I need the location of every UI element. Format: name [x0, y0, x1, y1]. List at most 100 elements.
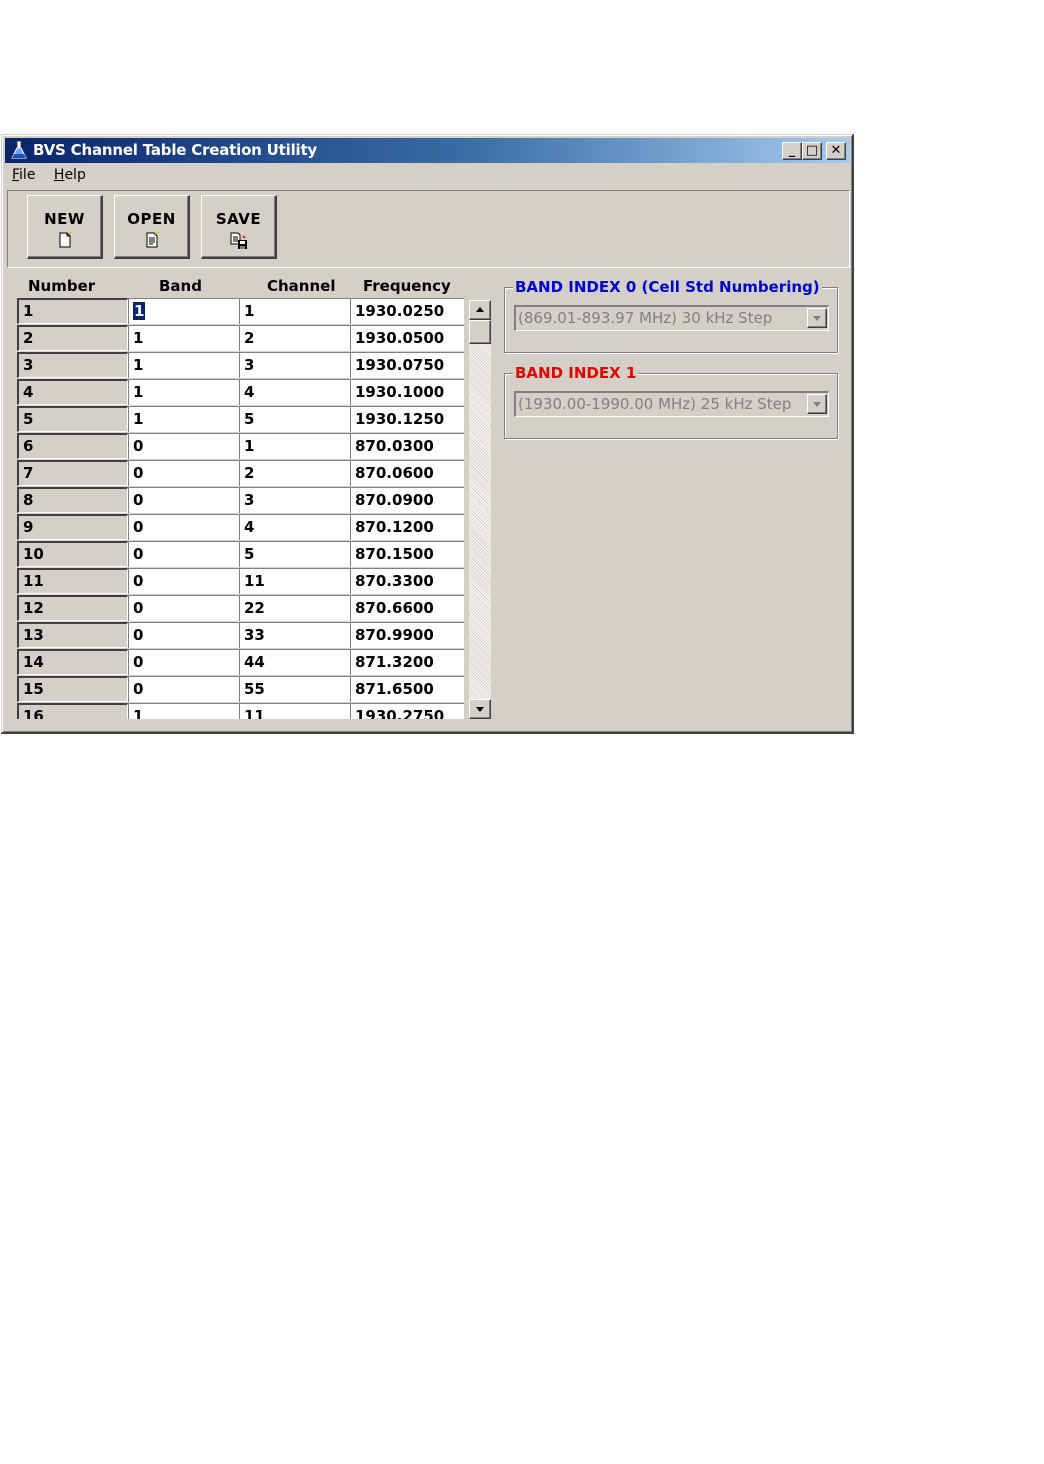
frequency-cell[interactable]: 870.0900: [350, 487, 464, 513]
channel-cell[interactable]: 44: [239, 649, 350, 675]
table-scrollbar[interactable]: [469, 300, 491, 719]
band-cell[interactable]: 0: [128, 487, 239, 513]
table-row[interactable]: 10 0 5 870.1500: [17, 541, 464, 568]
band-cell[interactable]: 0: [128, 460, 239, 486]
title-bar[interactable]: BVS Channel Table Creation Utility _ □ ✕: [5, 138, 850, 163]
frequency-cell[interactable]: 870.3300: [350, 568, 464, 594]
close-button[interactable]: ✕: [826, 142, 846, 160]
row-number-cell[interactable]: 8: [17, 487, 128, 513]
band-cell[interactable]: 1: [128, 406, 239, 432]
frequency-cell[interactable]: 870.1200: [350, 514, 464, 540]
band-cell[interactable]: 0: [128, 649, 239, 675]
row-number-cell[interactable]: 7: [17, 460, 128, 486]
band-index-0-select[interactable]: (869.01-893.97 MHz) 30 kHz Step: [514, 305, 829, 331]
band-cell[interactable]: 0: [128, 514, 239, 540]
table-row[interactable]: 9 0 4 870.1200: [17, 514, 464, 541]
table-row[interactable]: 13 0 33 870.9900: [17, 622, 464, 649]
band-index-1-select[interactable]: (1930.00-1990.00 MHz) 25 kHz Step: [514, 391, 829, 417]
table-row[interactable]: 7 0 2 870.0600: [17, 460, 464, 487]
save-button[interactable]: SAVE: [201, 195, 277, 259]
menu-file[interactable]: File: [12, 167, 35, 183]
row-number-cell[interactable]: 15: [17, 676, 128, 702]
band-value: 0: [133, 545, 144, 563]
table-row[interactable]: 14 0 44 871.3200: [17, 649, 464, 676]
band-cell[interactable]: 1: [128, 703, 239, 719]
frequency-cell[interactable]: 870.9900: [350, 622, 464, 648]
frequency-cell[interactable]: 870.1500: [350, 541, 464, 567]
table-row[interactable]: 12 0 22 870.6600: [17, 595, 464, 622]
frequency-cell[interactable]: 1930.2750: [350, 703, 464, 719]
row-number-cell[interactable]: 2: [17, 325, 128, 351]
row-number-cell[interactable]: 5: [17, 406, 128, 432]
arrow-down-icon: [476, 707, 484, 712]
row-number-cell[interactable]: 3: [17, 352, 128, 378]
row-number-cell[interactable]: 1: [17, 298, 128, 324]
band-cell[interactable]: 0: [128, 622, 239, 648]
channel-cell[interactable]: 1: [239, 433, 350, 459]
channel-cell[interactable]: 22: [239, 595, 350, 621]
menu-help[interactable]: Help: [54, 167, 86, 183]
table-row[interactable]: 1 1 1 1930.0250: [17, 298, 464, 325]
row-number-cell[interactable]: 12: [17, 595, 128, 621]
band-cell[interactable]: 1: [128, 298, 239, 324]
channel-cell[interactable]: 11: [239, 703, 350, 719]
band-cell[interactable]: 0: [128, 676, 239, 702]
row-number-cell[interactable]: 9: [17, 514, 128, 540]
channel-cell[interactable]: 2: [239, 460, 350, 486]
band-index-0-dropdown-button[interactable]: [807, 308, 827, 328]
channel-cell[interactable]: 5: [239, 406, 350, 432]
table-row[interactable]: 5 1 5 1930.1250: [17, 406, 464, 433]
channel-table[interactable]: 1 1 1 1930.0250 2 1 2 1930.0500 3 1 3 1930.0750 4 1 4 1…: [17, 298, 464, 719]
channel-cell[interactable]: 5: [239, 541, 350, 567]
channel-cell[interactable]: 1: [239, 298, 350, 324]
frequency-cell[interactable]: 1930.0750: [350, 352, 464, 378]
scroll-thumb[interactable]: [469, 320, 491, 344]
channel-cell[interactable]: 2: [239, 325, 350, 351]
row-number-cell[interactable]: 14: [17, 649, 128, 675]
band-index-1-dropdown-button[interactable]: [807, 394, 827, 414]
channel-cell[interactable]: 55: [239, 676, 350, 702]
channel-cell[interactable]: 4: [239, 379, 350, 405]
open-button[interactable]: OPEN: [114, 195, 190, 259]
frequency-cell[interactable]: 871.6500: [350, 676, 464, 702]
row-number-cell[interactable]: 16: [17, 703, 128, 719]
table-row[interactable]: 2 1 2 1930.0500: [17, 325, 464, 352]
band-cell[interactable]: 0: [128, 568, 239, 594]
new-button[interactable]: NEW: [27, 195, 103, 259]
row-number-cell[interactable]: 11: [17, 568, 128, 594]
table-row[interactable]: 15 0 55 871.6500: [17, 676, 464, 703]
channel-cell[interactable]: 33: [239, 622, 350, 648]
band-cell[interactable]: 1: [128, 379, 239, 405]
table-row[interactable]: 3 1 3 1930.0750: [17, 352, 464, 379]
frequency-cell[interactable]: 1930.1000: [350, 379, 464, 405]
scroll-up-button[interactable]: [469, 300, 491, 320]
band-cell[interactable]: 0: [128, 595, 239, 621]
channel-cell[interactable]: 3: [239, 487, 350, 513]
frequency-cell[interactable]: 1930.1250: [350, 406, 464, 432]
frequency-cell[interactable]: 1930.0500: [350, 325, 464, 351]
frequency-cell[interactable]: 871.3200: [350, 649, 464, 675]
table-row[interactable]: 11 0 11 870.3300: [17, 568, 464, 595]
frequency-cell[interactable]: 1930.0250: [350, 298, 464, 324]
table-row[interactable]: 16 1 11 1930.2750: [17, 703, 464, 719]
row-number-cell[interactable]: 10: [17, 541, 128, 567]
scroll-down-button[interactable]: [469, 699, 491, 719]
frequency-cell[interactable]: 870.0300: [350, 433, 464, 459]
table-row[interactable]: 6 0 1 870.0300: [17, 433, 464, 460]
frequency-cell[interactable]: 870.6600: [350, 595, 464, 621]
table-row[interactable]: 8 0 3 870.0900: [17, 487, 464, 514]
band-cell[interactable]: 0: [128, 433, 239, 459]
channel-cell[interactable]: 4: [239, 514, 350, 540]
row-number-cell[interactable]: 13: [17, 622, 128, 648]
frequency-cell[interactable]: 870.0600: [350, 460, 464, 486]
channel-cell[interactable]: 3: [239, 352, 350, 378]
row-number-cell[interactable]: 4: [17, 379, 128, 405]
channel-cell[interactable]: 11: [239, 568, 350, 594]
band-cell[interactable]: 1: [128, 325, 239, 351]
band-cell[interactable]: 1: [128, 352, 239, 378]
minimize-button[interactable]: _: [782, 142, 802, 160]
table-row[interactable]: 4 1 4 1930.1000: [17, 379, 464, 406]
band-cell[interactable]: 0: [128, 541, 239, 567]
row-number-cell[interactable]: 6: [17, 433, 128, 459]
maximize-button[interactable]: □: [802, 142, 822, 160]
